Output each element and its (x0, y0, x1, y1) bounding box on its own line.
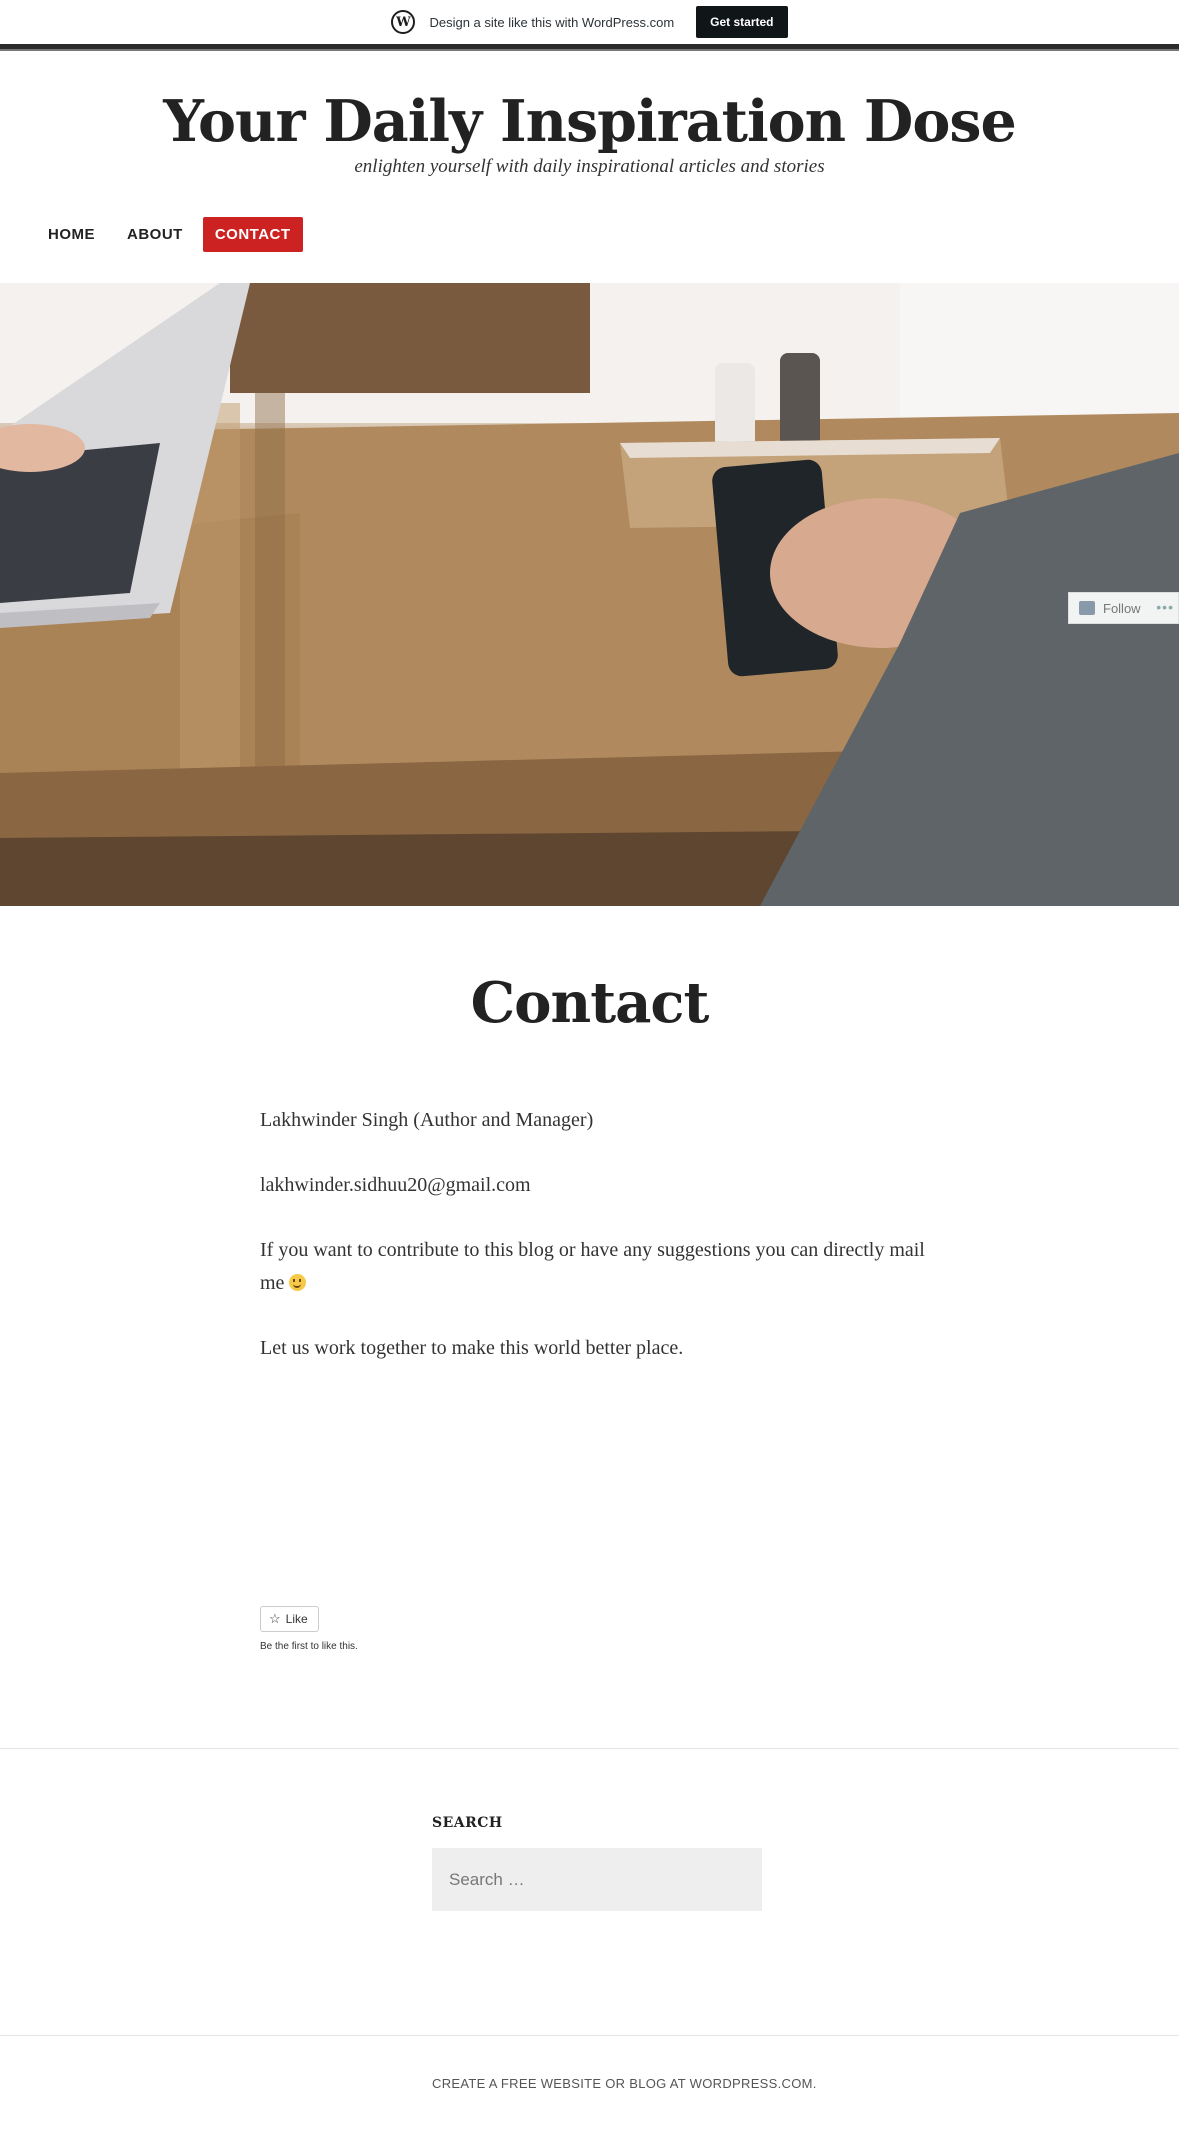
entry-content: Lakhwinder Singh (Author and Manager) la… (260, 1104, 940, 1397)
footer-divider (0, 1748, 1179, 1749)
nav-item-home[interactable]: HOME (36, 217, 107, 252)
site-title[interactable]: Your Daily Inspiration Dose (0, 88, 1179, 155)
wordpress-banner: W Design a site like this with WordPress… (0, 0, 1179, 44)
get-started-button[interactable]: Get started (696, 6, 788, 38)
smiley-icon (289, 1274, 307, 1291)
like-button[interactable]: ☆ Like (260, 1606, 319, 1632)
author-line: Lakhwinder Singh (Author and Manager) (260, 1109, 594, 1131)
like-label: Like (285, 1612, 308, 1626)
main-navigation: HOME ABOUT CONTACT (36, 217, 303, 252)
nav-item-about[interactable]: ABOUT (115, 217, 195, 252)
follow-label: Follow (1103, 600, 1141, 616)
search-widget-title: SEARCH (432, 1815, 503, 1831)
closing-line: Let us work together to make this world … (260, 1337, 684, 1359)
nav-item-contact[interactable]: CONTACT (202, 217, 303, 252)
site-tagline: enlighten yourself with daily inspiratio… (354, 156, 825, 177)
follow-icon (1079, 601, 1095, 615)
follow-button[interactable]: Follow ••• (1068, 592, 1179, 624)
site-info-link[interactable]: CREATE A FREE WEBSITE OR BLOG AT WORDPRE… (432, 2076, 817, 2091)
site-info-divider (0, 2035, 1179, 2036)
header-divider (0, 44, 1179, 51)
banner-text[interactable]: Design a site like this with WordPress.c… (429, 15, 674, 30)
page-title: Contact (470, 970, 710, 1036)
star-icon: ☆ (269, 1611, 281, 1626)
wordpress-logo-icon[interactable]: W (391, 10, 416, 34)
featured-image-illustration (0, 283, 1179, 906)
more-options-icon[interactable]: ••• (1156, 599, 1174, 615)
contribute-text: If you want to contribute to this blog o… (260, 1239, 925, 1294)
like-note: Be the first to like this. (260, 1641, 358, 1652)
search-input[interactable] (432, 1848, 762, 1911)
featured-image (0, 283, 1179, 906)
email-line: lakhwinder.sidhuu20@gmail.com (260, 1174, 531, 1196)
contribute-line: If you want to contribute to this blog o… (260, 1234, 940, 1300)
